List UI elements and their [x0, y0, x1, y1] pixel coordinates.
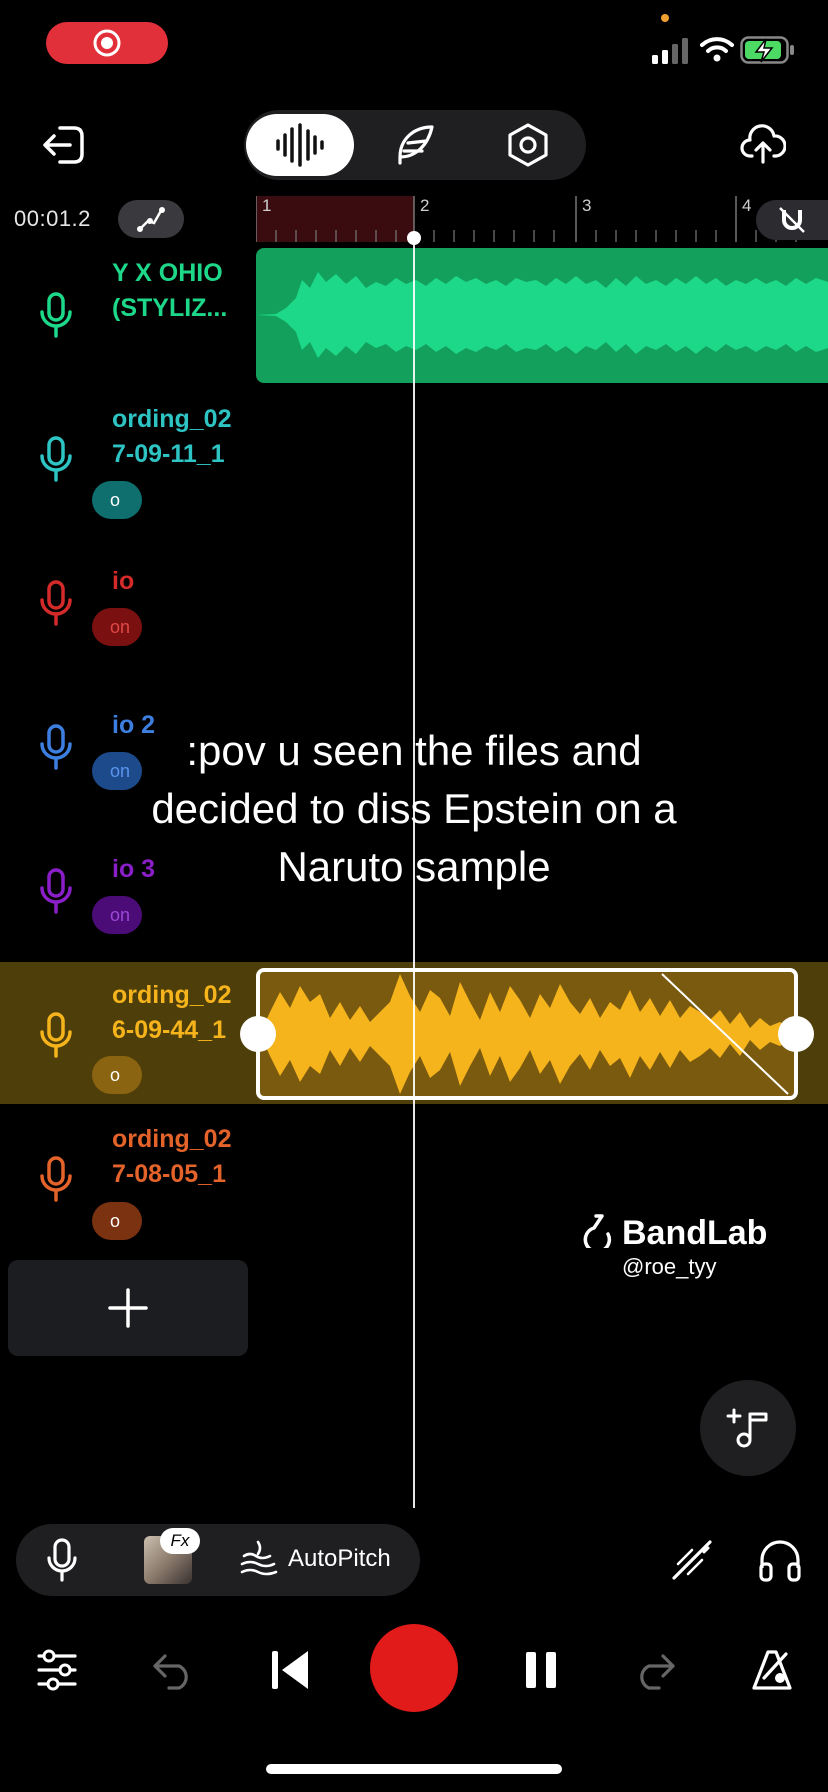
- ruler-mark: 1: [262, 196, 272, 215]
- privacy-indicator-dot: [661, 14, 669, 22]
- metronome-icon: [752, 1650, 792, 1690]
- tab-waveform[interactable]: [246, 114, 354, 176]
- skip-back-icon: [272, 1651, 308, 1689]
- skip-to-start-button[interactable]: [262, 1630, 318, 1710]
- undo-button[interactable]: [148, 1630, 198, 1710]
- pause-button[interactable]: [516, 1630, 566, 1710]
- caption-line: decided to diss Epstein on a: [151, 785, 677, 832]
- microphone-icon: [40, 436, 72, 482]
- track-name-line: ording_02: [112, 405, 232, 433]
- redo-button[interactable]: [630, 1630, 680, 1710]
- track-name-line: ording_02: [112, 981, 232, 1009]
- exit-button[interactable]: [40, 124, 86, 166]
- selected-audio-clip[interactable]: [256, 968, 798, 1100]
- fx-badge[interactable]: Fx: [160, 1528, 200, 1554]
- audio-clip[interactable]: [256, 248, 828, 383]
- clip-waveform: [256, 272, 828, 358]
- track-effect-pill[interactable]: o: [92, 1056, 142, 1094]
- waveform-icon: [276, 123, 324, 167]
- input-mic-button[interactable]: [46, 1538, 78, 1582]
- add-track-button[interactable]: [8, 1260, 248, 1356]
- record-icon: [93, 29, 121, 57]
- track-effect-pill[interactable]: o: [92, 1202, 142, 1240]
- track-name-line: 7-08-05_1: [112, 1160, 226, 1188]
- signal-icon: [652, 38, 688, 64]
- playhead-handle[interactable]: [407, 231, 421, 245]
- feather-icon: [398, 125, 434, 165]
- microphone-icon: [40, 724, 72, 770]
- home-indicator[interactable]: [266, 1764, 562, 1774]
- record-button[interactable]: [370, 1624, 458, 1712]
- caption-line: Naruto sample: [277, 843, 551, 890]
- battery-charging-icon: [740, 36, 794, 64]
- track-effect-pill[interactable]: on: [92, 608, 142, 646]
- monitoring-button[interactable]: [758, 1538, 802, 1582]
- undo-icon: [153, 1654, 188, 1690]
- ruler-mark: 2: [420, 196, 430, 215]
- add-music-button[interactable]: [700, 1380, 796, 1476]
- track-name: io: [112, 567, 135, 595]
- sliders-icon: [37, 1649, 77, 1691]
- tab-settings[interactable]: [474, 114, 582, 176]
- magic-tools-button[interactable]: [670, 1538, 714, 1582]
- microphone-icon: [40, 1012, 72, 1058]
- hexagon-settings-icon: [508, 123, 548, 167]
- magnet-off-icon: [779, 207, 805, 233]
- autopitch-label[interactable]: AutoPitch: [288, 1545, 391, 1573]
- track-effect-pill[interactable]: on: [92, 896, 142, 934]
- track-name: ording_02 7-09-11_1: [112, 402, 252, 472]
- clip-waveform: [260, 973, 794, 1095]
- caption-line: :pov u seen the files and: [186, 727, 642, 774]
- bandlab-logo-icon: [583, 1214, 612, 1248]
- microphone-icon: [40, 868, 72, 914]
- track-name-line: (STYLIZ...: [112, 294, 228, 322]
- automation-button[interactable]: [118, 200, 184, 238]
- upload-button[interactable]: [740, 124, 786, 164]
- track-name: ording_02 7-08-05_1: [112, 1122, 252, 1192]
- ruler-mark: 3: [582, 196, 592, 215]
- ruler-mark: 4: [742, 196, 752, 215]
- microphone-icon: [40, 292, 72, 338]
- microphone-icon: [40, 1156, 72, 1202]
- track-name-line: ording_02: [112, 1125, 232, 1153]
- track-name-line: 6-09-44_1: [112, 1016, 226, 1044]
- mixer-button[interactable]: [32, 1630, 82, 1710]
- tab-feather[interactable]: [360, 114, 468, 176]
- screen-recording-indicator[interactable]: [46, 22, 168, 64]
- track-name-line: Y X OHIO: [112, 259, 223, 287]
- pause-icon: [526, 1652, 556, 1688]
- metronome-button[interactable]: [746, 1630, 798, 1710]
- track-name: Y X OHIO (STYLIZ...: [112, 256, 252, 326]
- playback-time: 00:01.2: [14, 206, 91, 231]
- add-music-icon: [726, 1408, 768, 1448]
- plus-icon: [108, 1288, 148, 1328]
- headphones-icon: [759, 1540, 801, 1582]
- snap-toggle[interactable]: [756, 200, 828, 240]
- track-name-line: 7-09-11_1: [112, 440, 225, 468]
- wifi-icon: [700, 37, 734, 62]
- watermark-user: @roe_tyy: [622, 1254, 717, 1279]
- autopitch-icon: [240, 1540, 278, 1576]
- automation-icon: [137, 207, 165, 232]
- autopitch-button[interactable]: [240, 1540, 278, 1578]
- redo-icon: [640, 1654, 675, 1690]
- microphone-icon: [47, 1538, 77, 1582]
- track-name: ording_02 6-09-44_1: [112, 978, 252, 1048]
- clip-trim-handle-right[interactable]: [778, 1016, 814, 1052]
- cloud-upload-icon: [740, 124, 786, 164]
- magic-wand-icon: [672, 1540, 712, 1580]
- watermark-brand: BandLab: [622, 1214, 768, 1252]
- track-effect-pill[interactable]: o: [92, 481, 142, 519]
- microphone-icon: [40, 580, 72, 626]
- video-caption: :pov u seen the files and decided to dis…: [100, 722, 728, 896]
- exit-icon: [43, 126, 84, 164]
